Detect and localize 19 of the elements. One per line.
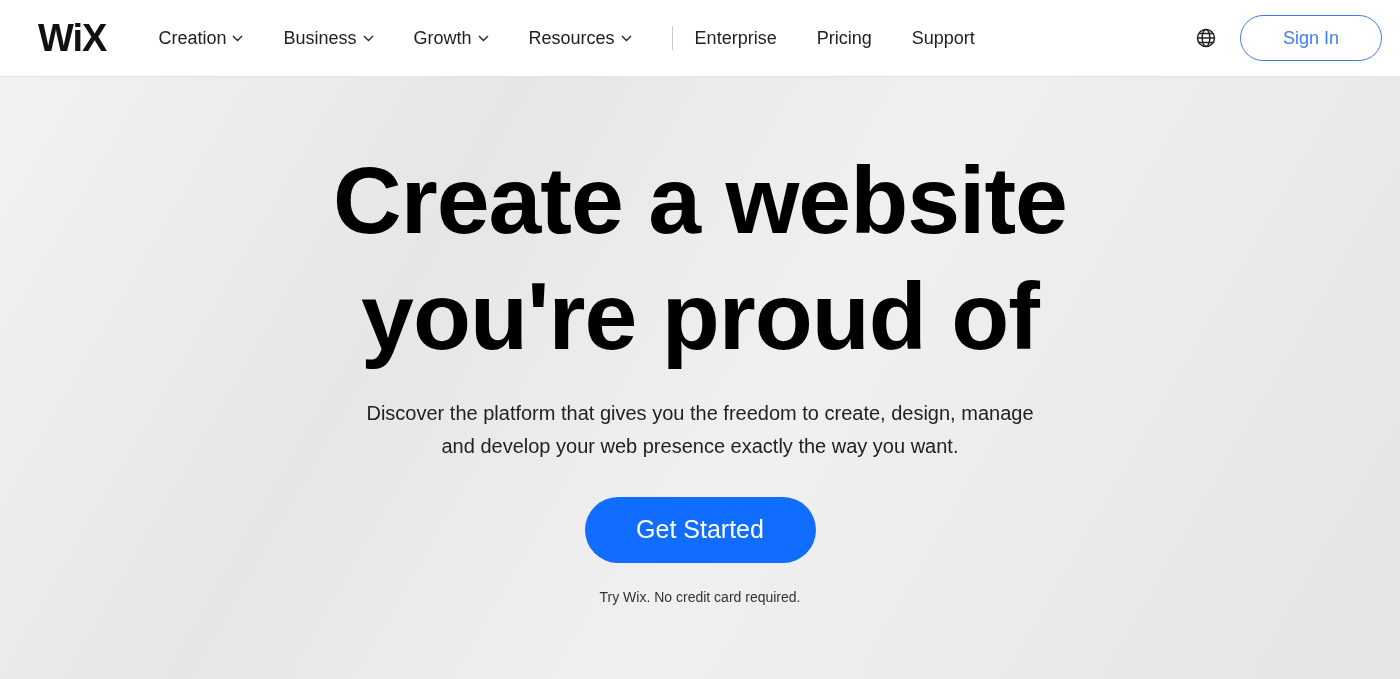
menu-dropdown[interactable]: Business bbox=[283, 24, 374, 52]
logo[interactable]: WiX bbox=[38, 19, 107, 57]
chevron-down-icon bbox=[477, 34, 489, 42]
chevron-down-icon bbox=[232, 34, 244, 42]
nav-link[interactable]: Support bbox=[911, 24, 975, 52]
globe-icon[interactable] bbox=[1196, 28, 1216, 48]
menu-dropdown[interactable]: Creation bbox=[158, 24, 244, 52]
chevron-down-icon bbox=[362, 34, 374, 42]
nav-link[interactable]: Enterprise bbox=[694, 24, 777, 52]
subtitle: Discover the platform that gives you the freedom to create, design, manage and develop your web presence exactly the way you want. bbox=[365, 400, 1035, 459]
sign-in-button[interactable]: Sign In bbox=[1240, 15, 1382, 61]
note-text: Try Wix. No credit card required. bbox=[599, 587, 801, 607]
menu-dropdown[interactable]: Resources bbox=[528, 24, 632, 52]
get-started-button[interactable]: Get Started bbox=[584, 496, 816, 563]
headline: you're proud of bbox=[360, 261, 1041, 371]
headline: Create a website bbox=[333, 146, 1067, 255]
nav-link[interactable]: Pricing bbox=[816, 24, 872, 52]
chevron-down-icon bbox=[620, 34, 632, 42]
menu-dropdown[interactable]: Growth bbox=[413, 24, 489, 52]
